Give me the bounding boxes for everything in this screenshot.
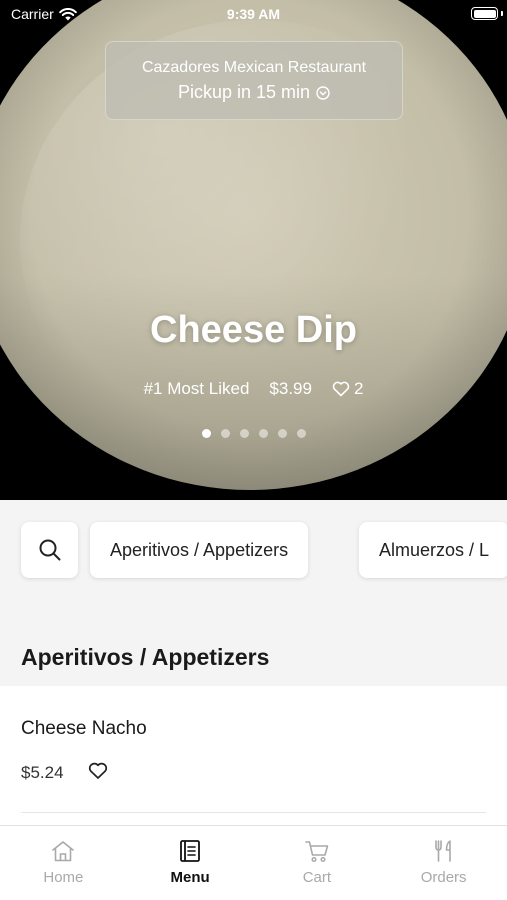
tab-label: Orders [420,869,467,886]
featured-likes[interactable]: 2 [332,379,363,399]
carousel-dot[interactable] [258,429,268,438]
cart-icon [305,841,329,863]
carousel-dot[interactable] [239,429,249,438]
carousel-dot[interactable] [201,429,211,438]
carousel-dot[interactable] [296,429,306,438]
likes-count: 2 [353,379,364,398]
category-label: Aperitivos / Appetizers [110,539,289,560]
category-chip-appetizers[interactable]: Aperitivos / Appetizers [90,522,309,578]
carousel-dot[interactable] [277,429,287,438]
tab-label: Home [43,869,84,886]
section-title: Aperitivos / Appetizers [21,644,270,670]
tab-orders[interactable]: Orders [380,826,507,900]
restaurant-name: Cazadores Mexican Restaurant [141,59,367,76]
tab-label: Cart [302,869,332,886]
carousel-pagination[interactable] [0,429,507,438]
divider [21,812,486,813]
battery-icon [471,7,498,20]
tab-cart[interactable]: Cart [254,826,381,900]
menu-icon [180,840,201,862]
chevron-down-circle-icon [316,85,330,100]
category-strip[interactable]: Aperitivos / Appetizers Almuerzos / L [0,500,507,612]
tab-home[interactable]: Home [0,826,127,900]
featured-rank: #1 Most Liked [143,379,250,398]
status-bar: Carrier 9:39 AM [0,0,507,28]
pickup-selector[interactable]: Cazadores Mexican Restaurant Pickup in 1… [105,41,403,120]
featured-item-meta: #1 Most Liked $3.99 2 [0,379,507,399]
search-button[interactable] [21,522,78,578]
heart-icon [332,381,350,397]
carousel-dot[interactable] [220,429,230,438]
home-icon [52,841,75,862]
category-label: Almuerzos / L [379,539,490,560]
favorite-button[interactable] [88,762,108,785]
tab-menu[interactable]: Menu [127,826,254,900]
category-chip-almuerzos[interactable]: Almuerzos / L [359,522,507,578]
status-time: 9:39 AM [226,6,281,22]
tab-bar[interactable]: Home Menu Cart Orders [0,825,507,900]
tab-label: Menu [170,869,210,886]
heart-icon [88,762,108,779]
menu-item-price: $5.24 [21,763,64,782]
hero-banner[interactable]: Carrier 9:39 AM Cazadores Mexican Restau… [0,0,507,500]
search-icon [39,539,60,561]
orders-icon [434,840,451,862]
featured-price: $3.99 [269,379,312,398]
featured-item-title: Cheese Dip [150,309,357,351]
menu-item-name: Cheese Nacho [21,718,147,739]
menu-item-row[interactable]: Cheese Nacho $5.24 [0,686,507,836]
pickup-time-label: Pickup in 15 min [177,82,311,102]
